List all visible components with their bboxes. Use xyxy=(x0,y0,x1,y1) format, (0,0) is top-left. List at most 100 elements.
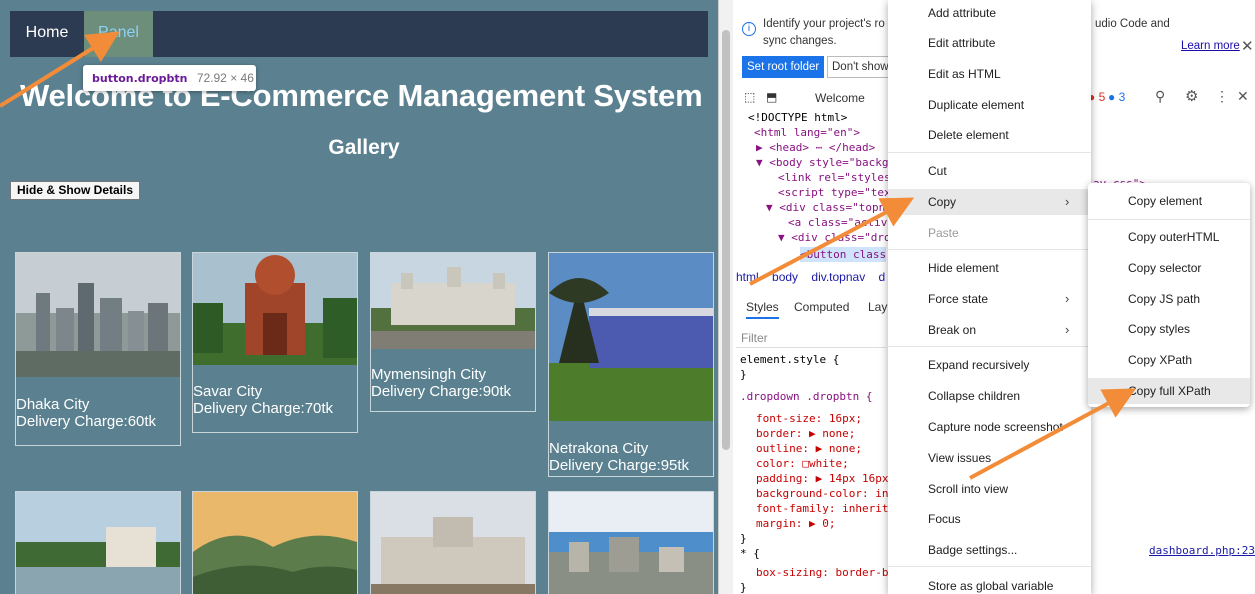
error-count: 5 xyxy=(1098,90,1106,104)
menu-separator xyxy=(888,566,1091,567)
submenu-copy-styles[interactable]: Copy styles xyxy=(1088,316,1250,342)
nav-panel-button[interactable]: Panel xyxy=(84,11,153,57)
palace-photo xyxy=(371,492,535,594)
menu-hide-element[interactable]: Hide element xyxy=(888,255,1091,281)
tooltip-size: 72.92 × 46 xyxy=(196,71,254,85)
submenu-copy-selector[interactable]: Copy selector xyxy=(1088,255,1250,281)
dom-line[interactable]: ▼ <div class="drop xyxy=(778,230,888,245)
submenu-copy-outerhtml[interactable]: Copy outerHTML xyxy=(1088,224,1250,250)
mymensingh-delivery-charge: Delivery Charge:90tk xyxy=(371,383,512,400)
tab-computed[interactable]: Computed xyxy=(794,300,849,314)
gallery-card-netrakona[interactable]: Netrakona City Delivery Charge:95tk xyxy=(548,252,714,477)
tab-layout[interactable]: Lay xyxy=(868,300,887,314)
crumb-body[interactable]: body xyxy=(772,270,798,284)
css-line: * { xyxy=(740,547,760,560)
netrakona-delivery-charge: Delivery Charge:95tk xyxy=(549,457,690,474)
issue-count-badge[interactable]: ● 3 xyxy=(1108,90,1125,104)
dom-tree: <!DOCTYPE html> <html lang="en"> ▶ <head… xyxy=(736,110,888,265)
gallery-heading: Gallery xyxy=(328,136,400,159)
infobar-vscode-text: udio Code and xyxy=(1095,18,1170,30)
screenshot-root: Home Panel button.dropbtn 72.92 × 46 Wel… xyxy=(0,0,1255,594)
savar-city-label: Savar City xyxy=(193,383,263,400)
dom-line[interactable]: <html lang="en"> xyxy=(754,125,860,140)
menu-add-attribute[interactable]: Add attribute xyxy=(888,0,1091,26)
menu-scroll-into-view[interactable]: Scroll into view xyxy=(888,476,1091,502)
submenu-copy-element[interactable]: Copy element xyxy=(1088,188,1250,214)
more-options-icon[interactable]: ⋮ xyxy=(1215,88,1229,105)
dom-line[interactable]: ▶ <head> ⋯ </head> xyxy=(756,140,875,155)
menu-copy-label: Copy xyxy=(928,195,957,209)
css-line: outline: ▶ none; xyxy=(756,442,862,455)
styles-filter-input[interactable]: Filter xyxy=(736,328,886,348)
netrakona-city-label: Netrakona City xyxy=(549,440,649,457)
menu-cut[interactable]: Cut xyxy=(888,158,1091,184)
css-line: border: ▶ none; xyxy=(756,427,856,440)
submenu-copy-js-path[interactable]: Copy JS path xyxy=(1088,286,1250,312)
menu-paste: Paste xyxy=(928,226,959,240)
menu-edit-attribute[interactable]: Edit attribute xyxy=(888,30,1091,56)
source-link[interactable]: dashboard.php:23 xyxy=(1149,544,1255,557)
connection-icon[interactable]: ⚲ xyxy=(1155,88,1165,105)
gallery-card-dhaka[interactable]: Dhaka City Delivery Charge:60tk xyxy=(15,252,181,446)
dom-line[interactable]: ▼ <div class="topn xyxy=(766,200,885,215)
device-toggle-icon[interactable]: ⬚ xyxy=(744,90,755,104)
menu-capture-node-screenshot[interactable]: Capture node screenshot xyxy=(888,414,1091,440)
dhaka-city-photo xyxy=(16,253,180,377)
dom-line[interactable]: <!DOCTYPE html> xyxy=(748,110,847,125)
menu-break-on[interactable]: Break on › xyxy=(888,317,1091,343)
menu-separator xyxy=(888,249,1091,250)
hills-photo xyxy=(193,492,357,594)
tab-styles[interactable]: Styles xyxy=(746,300,779,319)
dont-show-button[interactable]: Don't show xyxy=(827,56,891,78)
submenu-copy-xpath[interactable]: Copy XPath xyxy=(1088,347,1250,373)
gallery-card-mymensingh[interactable]: Mymensingh City Delivery Charge:90tk xyxy=(370,252,536,412)
crumb-div-topnav[interactable]: div.topnav xyxy=(811,270,865,284)
menu-delete-element[interactable]: Delete element xyxy=(888,122,1091,148)
savar-city-photo xyxy=(193,253,357,365)
menu-focus[interactable]: Focus xyxy=(888,506,1091,532)
menu-collapse-children[interactable]: Collapse children xyxy=(888,383,1091,409)
set-root-folder-button[interactable]: Set root folder xyxy=(742,56,825,78)
crumb-html[interactable]: html xyxy=(736,270,759,284)
learn-more-link[interactable]: Learn more xyxy=(1181,40,1240,52)
nav-home-link[interactable]: Home xyxy=(10,11,84,57)
menu-edit-as-html[interactable]: Edit as HTML xyxy=(888,61,1091,87)
dom-line[interactable]: <script type="tex xyxy=(778,185,888,200)
css-line: .dropdown .dropbtn { xyxy=(740,390,873,403)
close-devtools-icon[interactable]: ✕ xyxy=(1237,88,1249,105)
menu-store-as-global-variable[interactable]: Store as global variable xyxy=(888,573,1091,594)
workspace-infobar: Identify your project's ro sync changes. xyxy=(763,16,885,50)
gallery-card-row2-4[interactable] xyxy=(548,491,714,594)
menu-force-state-label: Force state xyxy=(928,292,989,306)
menu-expand-recursively[interactable]: Expand recursively xyxy=(888,352,1091,378)
dom-line[interactable]: ▼ <body style="backgr xyxy=(756,155,888,170)
hide-show-details-button[interactable]: Hide & Show Details xyxy=(10,181,141,200)
submenu-copy-full-xpath[interactable]: Copy full XPath xyxy=(1088,378,1250,404)
page-scrollbar[interactable] xyxy=(719,0,733,594)
scrollbar-thumb[interactable] xyxy=(722,30,730,450)
infobar-text-1: Identify your project's ro xyxy=(763,18,885,30)
crumb-d[interactable]: d xyxy=(879,270,886,284)
gallery-card-row2-2[interactable] xyxy=(192,491,358,594)
river-city-photo xyxy=(16,492,180,594)
menu-force-state[interactable]: Force state › xyxy=(888,286,1091,312)
menu-duplicate-element[interactable]: Duplicate element xyxy=(888,92,1091,118)
inspect-icon[interactable]: ⬒ xyxy=(766,90,777,104)
gallery-card-row2-3[interactable] xyxy=(370,491,536,594)
netrakona-city-photo xyxy=(549,253,713,421)
tab-welcome[interactable]: Welcome xyxy=(815,91,865,105)
menu-badge-settings[interactable]: Badge settings... xyxy=(888,537,1091,563)
close-icon[interactable]: ✕ xyxy=(1241,37,1254,55)
menu-view-issues[interactable]: View issues xyxy=(888,445,1091,471)
css-line: margin: ▶ 0; xyxy=(756,517,836,530)
dom-line[interactable]: <link rel="stylesh xyxy=(778,170,888,185)
css-line: box-sizing: border-bo xyxy=(756,566,888,579)
gallery-card-savar[interactable]: Savar City Delivery Charge:70tk xyxy=(192,252,358,433)
dom-line[interactable]: <a class="active xyxy=(788,215,888,230)
css-line: padding: ▶ 14px 16px; xyxy=(756,472,888,485)
dhaka-delivery-charge: Delivery Charge:60tk xyxy=(16,413,157,430)
menu-copy[interactable]: Copy › xyxy=(888,189,1091,215)
gear-icon[interactable]: ⚙ xyxy=(1185,87,1198,105)
dom-line-selected[interactable]: <button class xyxy=(800,247,887,262)
gallery-card-row2-1[interactable] xyxy=(15,491,181,594)
